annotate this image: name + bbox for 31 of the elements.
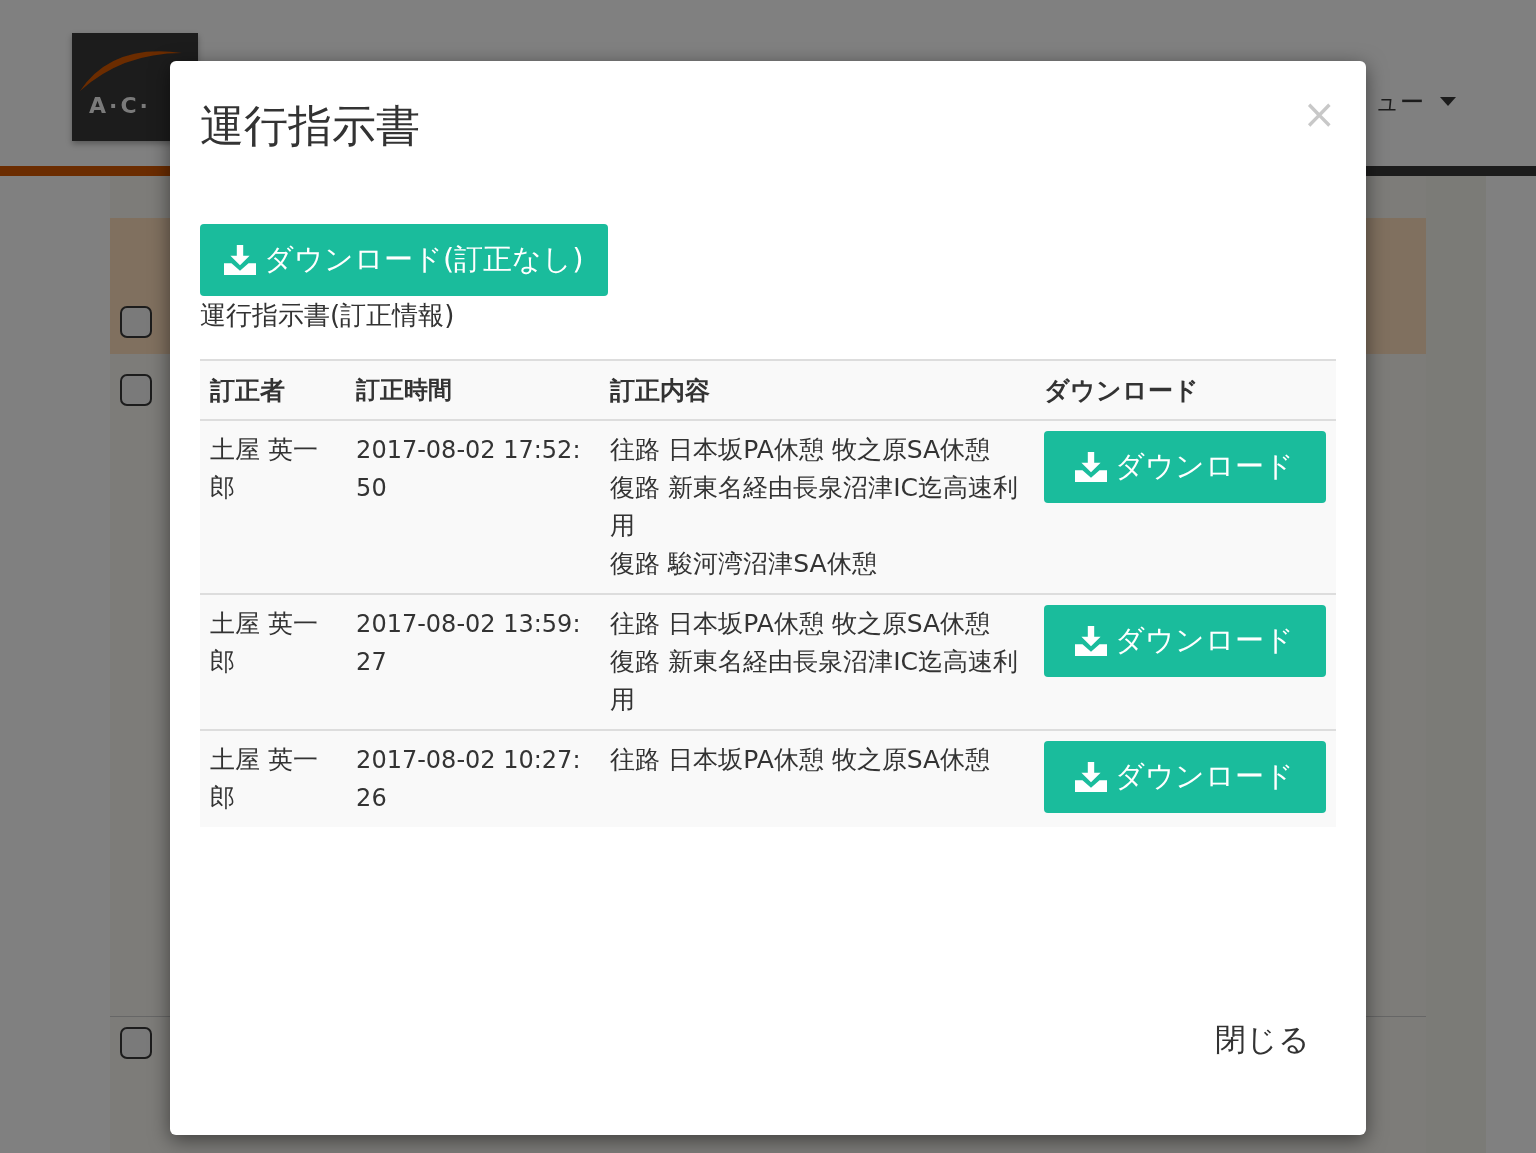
menu-label[interactable]: ュー <box>1375 86 1424 118</box>
download-icon <box>1075 762 1108 792</box>
close-button[interactable]: 閉じる <box>1215 1019 1336 1061</box>
column-header: 訂正者 <box>200 360 347 420</box>
table-cell: 往路 日本坂PA休憩 牧之原SA休憩 復路 新東名経由長泉沼津IC迄高速利用 <box>600 594 1034 730</box>
table-cell: 2017-08-02 13:59:27 <box>346 594 601 730</box>
table-cell: 2017-08-02 17:52:50 <box>346 420 601 594</box>
table-cell: 土屋 英一郎 <box>200 730 347 827</box>
download-button[interactable]: ダウンロード(訂正なし) <box>200 224 608 296</box>
column-header: 訂正時間 <box>346 360 601 420</box>
download-button[interactable]: ダウンロード <box>1043 431 1326 503</box>
column-header: ダウンロード <box>1033 360 1336 420</box>
download-icon <box>1075 452 1108 482</box>
download-icon <box>224 245 256 275</box>
section-label: 運行指示書(訂正情報) <box>200 299 455 332</box>
checkbox[interactable] <box>120 306 152 338</box>
download-icon <box>1075 626 1108 656</box>
checkbox[interactable] <box>120 1027 152 1059</box>
download-button[interactable]: ダウンロード <box>1043 605 1326 677</box>
checkbox[interactable] <box>120 374 152 406</box>
table-cell: 往路 日本坂PA休憩 牧之原SA休憩 復路 新東名経由長泉沼津IC迄高速利用 復路 駿河湾沼津SA休憩 <box>600 420 1034 594</box>
close-button[interactable]: × <box>1302 91 1336 137</box>
table-cell: 土屋 英一郎 <box>200 594 347 730</box>
logo-text: A·C· <box>89 93 151 118</box>
table-cell: 往路 日本坂PA休憩 牧之原SA休憩 <box>600 730 1034 827</box>
download-button[interactable]: ダウンロード <box>1043 741 1326 813</box>
column-header: 訂正内容 <box>600 360 1034 420</box>
modal-title: 運行指示書 <box>200 99 420 153</box>
table-cell: 2017-08-02 10:27:26 <box>346 730 601 827</box>
table-cell: 土屋 英一郎 <box>200 420 347 594</box>
caret-icon <box>1440 97 1456 107</box>
